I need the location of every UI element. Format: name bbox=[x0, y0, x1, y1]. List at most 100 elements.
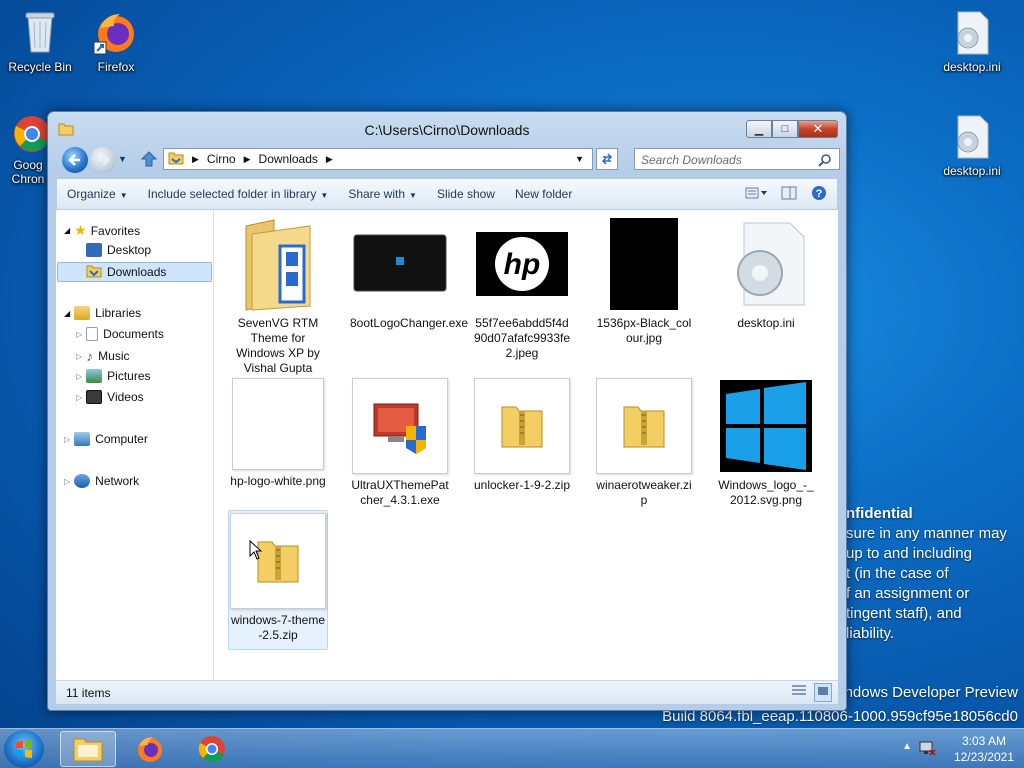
nav-music[interactable]: ▷ ♪ Music bbox=[76, 348, 130, 364]
share-label: Share with bbox=[348, 187, 406, 201]
expand-arrow-icon[interactable]: ▷ bbox=[76, 372, 82, 381]
settings-file-icon bbox=[948, 8, 996, 56]
file-item[interactable]: 8ootLogoChanger.exe bbox=[350, 216, 469, 331]
address-dropdown-icon[interactable]: ▼ bbox=[575, 154, 584, 164]
breadcrumb-cirno[interactable]: Cirno bbox=[207, 152, 236, 166]
expand-arrow-icon[interactable]: ▷ bbox=[76, 330, 82, 339]
file-name: 55f7ee6abdd5f4d90d07afafc9933fe2.jpeg bbox=[473, 316, 571, 360]
folder-icon bbox=[73, 738, 103, 762]
network-tray-icon[interactable] bbox=[918, 739, 936, 760]
nav-libraries[interactable]: ◢ Libraries bbox=[64, 306, 141, 320]
file-item[interactable]: hp-logo-white.png bbox=[228, 378, 328, 489]
expand-arrow-icon[interactable]: ▷ bbox=[64, 435, 70, 444]
confidential-line: sure in any manner may bbox=[846, 525, 1007, 542]
navigation-pane: ◢ ★ Favorites Desktop Downloads ◢ Librar… bbox=[56, 210, 214, 680]
status-bar: 11 items bbox=[56, 680, 838, 704]
desktop-icon-firefox[interactable]: Firefox bbox=[76, 8, 156, 74]
start-button[interactable] bbox=[4, 730, 44, 768]
taskbar-firefox[interactable] bbox=[122, 731, 178, 767]
include-label: Include selected folder in library bbox=[147, 187, 317, 201]
chevron-down-icon: ▼ bbox=[320, 191, 329, 200]
nav-label: Documents bbox=[103, 327, 164, 341]
downloads-folder-icon bbox=[86, 264, 102, 281]
close-button[interactable]: ✕ bbox=[798, 120, 838, 138]
desktop-icon-recycle-bin[interactable]: Recycle Bin bbox=[0, 8, 80, 74]
recent-pages-chevron-icon[interactable]: ▼ bbox=[118, 154, 127, 164]
slide-show-button[interactable]: Slide show bbox=[427, 187, 505, 201]
forward-button[interactable] bbox=[90, 147, 116, 173]
nav-downloads[interactable]: Downloads bbox=[57, 262, 212, 282]
address-bar[interactable]: ▶ Cirno ▶ Downloads ▶ ▼ bbox=[163, 148, 593, 170]
organize-button[interactable]: Organize ▼ bbox=[57, 187, 138, 201]
view-options-icon[interactable] bbox=[745, 186, 767, 203]
file-item[interactable]: 1536px-Black_colour.jpg bbox=[594, 216, 694, 346]
search-input[interactable]: Search Downloads bbox=[634, 148, 840, 170]
explorer-window: C:\Users\Cirno\Downloads ▁ □ ✕ ▼ ▶ Cirno… bbox=[47, 111, 847, 711]
up-arrow-icon[interactable] bbox=[140, 150, 158, 171]
expand-arrow-icon[interactable]: ▷ bbox=[64, 477, 70, 486]
file-item[interactable]: SevenVG RTM Theme for Windows XP by Vish… bbox=[228, 216, 328, 376]
expand-arrow-icon[interactable]: ▷ bbox=[76, 393, 82, 402]
file-item[interactable]: desktop.ini bbox=[716, 216, 816, 331]
breadcrumb-separator-icon: ▶ bbox=[325, 153, 333, 164]
nav-label: Favorites bbox=[90, 223, 141, 238]
clock[interactable]: 3:03 AM 12/23/2021 bbox=[954, 733, 1014, 765]
computer-icon bbox=[74, 432, 91, 446]
expand-arrow-icon[interactable]: ▷ bbox=[76, 352, 82, 361]
desktop-icon-chrome[interactable]: Goog Chron bbox=[0, 114, 50, 186]
nav-computer[interactable]: ▷ Computer bbox=[64, 432, 148, 446]
desktop-icon-desktop-ini-2[interactable]: desktop.ini bbox=[932, 112, 1012, 178]
confidential-heading: nfidential bbox=[846, 505, 913, 522]
large-icons-view-icon[interactable] bbox=[814, 683, 832, 702]
expand-arrow-icon[interactable]: ◢ bbox=[64, 226, 70, 235]
taskbar-explorer[interactable] bbox=[60, 731, 116, 767]
taskbar-chrome[interactable] bbox=[184, 731, 240, 767]
confidential-line: tingent staff), and bbox=[846, 605, 962, 622]
file-item[interactable]: Windows_logo_-_2012.svg.png bbox=[716, 378, 816, 508]
nav-desktop[interactable]: Desktop bbox=[86, 243, 151, 257]
window-title: C:\Users\Cirno\Downloads bbox=[364, 122, 530, 138]
file-name: 1536px-Black_colour.jpg bbox=[596, 316, 692, 345]
blank-image-thumbnail-icon bbox=[232, 378, 324, 470]
nav-label: Music bbox=[98, 349, 130, 363]
file-name: windows-7-theme-2.5.zip bbox=[230, 613, 326, 642]
share-with-button[interactable]: Share with ▼ bbox=[338, 187, 427, 201]
breadcrumb-downloads[interactable]: Downloads bbox=[259, 152, 318, 166]
expand-arrow-icon[interactable]: ◢ bbox=[64, 309, 70, 318]
nav-favorites[interactable]: ◢ ★ Favorites bbox=[64, 222, 140, 239]
maximize-button[interactable]: □ bbox=[772, 120, 798, 138]
show-hidden-icons-icon[interactable]: ▲ bbox=[902, 741, 912, 752]
file-item[interactable]: windows-7-theme-2.5.zip bbox=[228, 510, 328, 650]
refresh-button[interactable] bbox=[596, 148, 618, 170]
nav-network[interactable]: ▷ Network bbox=[64, 474, 139, 488]
libraries-icon bbox=[74, 306, 91, 320]
recycle-bin-icon bbox=[16, 8, 64, 56]
desktop-icon-desktop-ini-1[interactable]: desktop.ini bbox=[932, 8, 1012, 74]
confidential-line: f an assignment or bbox=[846, 585, 970, 602]
help-icon[interactable]: ? bbox=[811, 185, 827, 204]
preview-pane-icon[interactable] bbox=[781, 186, 797, 203]
file-name: hp-logo-white.png bbox=[230, 474, 326, 488]
title-bar[interactable]: C:\Users\Cirno\Downloads ▁ □ ✕ bbox=[48, 112, 846, 144]
details-view-icon[interactable] bbox=[790, 683, 808, 702]
back-button[interactable] bbox=[62, 147, 88, 173]
nav-documents[interactable]: ▷ Documents bbox=[76, 327, 164, 341]
nav-label: Network bbox=[95, 474, 140, 488]
chevron-down-icon: ▼ bbox=[119, 191, 128, 200]
new-folder-button[interactable]: New folder bbox=[505, 187, 582, 201]
nav-pictures[interactable]: ▷ Pictures bbox=[76, 369, 151, 383]
file-name: 8ootLogoChanger.exe bbox=[350, 316, 469, 330]
music-icon: ♪ bbox=[86, 348, 94, 364]
file-name: desktop.ini bbox=[737, 316, 795, 330]
nav-label: Videos bbox=[107, 390, 144, 404]
nav-videos[interactable]: ▷ Videos bbox=[76, 390, 144, 404]
file-item[interactable]: unlocker-1-9-2.zip bbox=[472, 378, 572, 493]
include-in-library-button[interactable]: Include selected folder in library ▼ bbox=[138, 187, 339, 201]
file-item[interactable]: winaerotweaker.zip bbox=[594, 378, 694, 508]
chrome-icon bbox=[12, 114, 52, 154]
file-item[interactable]: UltraUXThemePatcher_4.3.1.exe bbox=[350, 378, 450, 508]
mouse-cursor-icon bbox=[249, 540, 263, 560]
item-count: 11 items bbox=[66, 685, 111, 700]
minimize-button[interactable]: ▁ bbox=[746, 120, 772, 138]
file-item[interactable]: hp 55f7ee6abdd5f4d90d07afafc9933fe2.jpeg bbox=[472, 216, 572, 361]
